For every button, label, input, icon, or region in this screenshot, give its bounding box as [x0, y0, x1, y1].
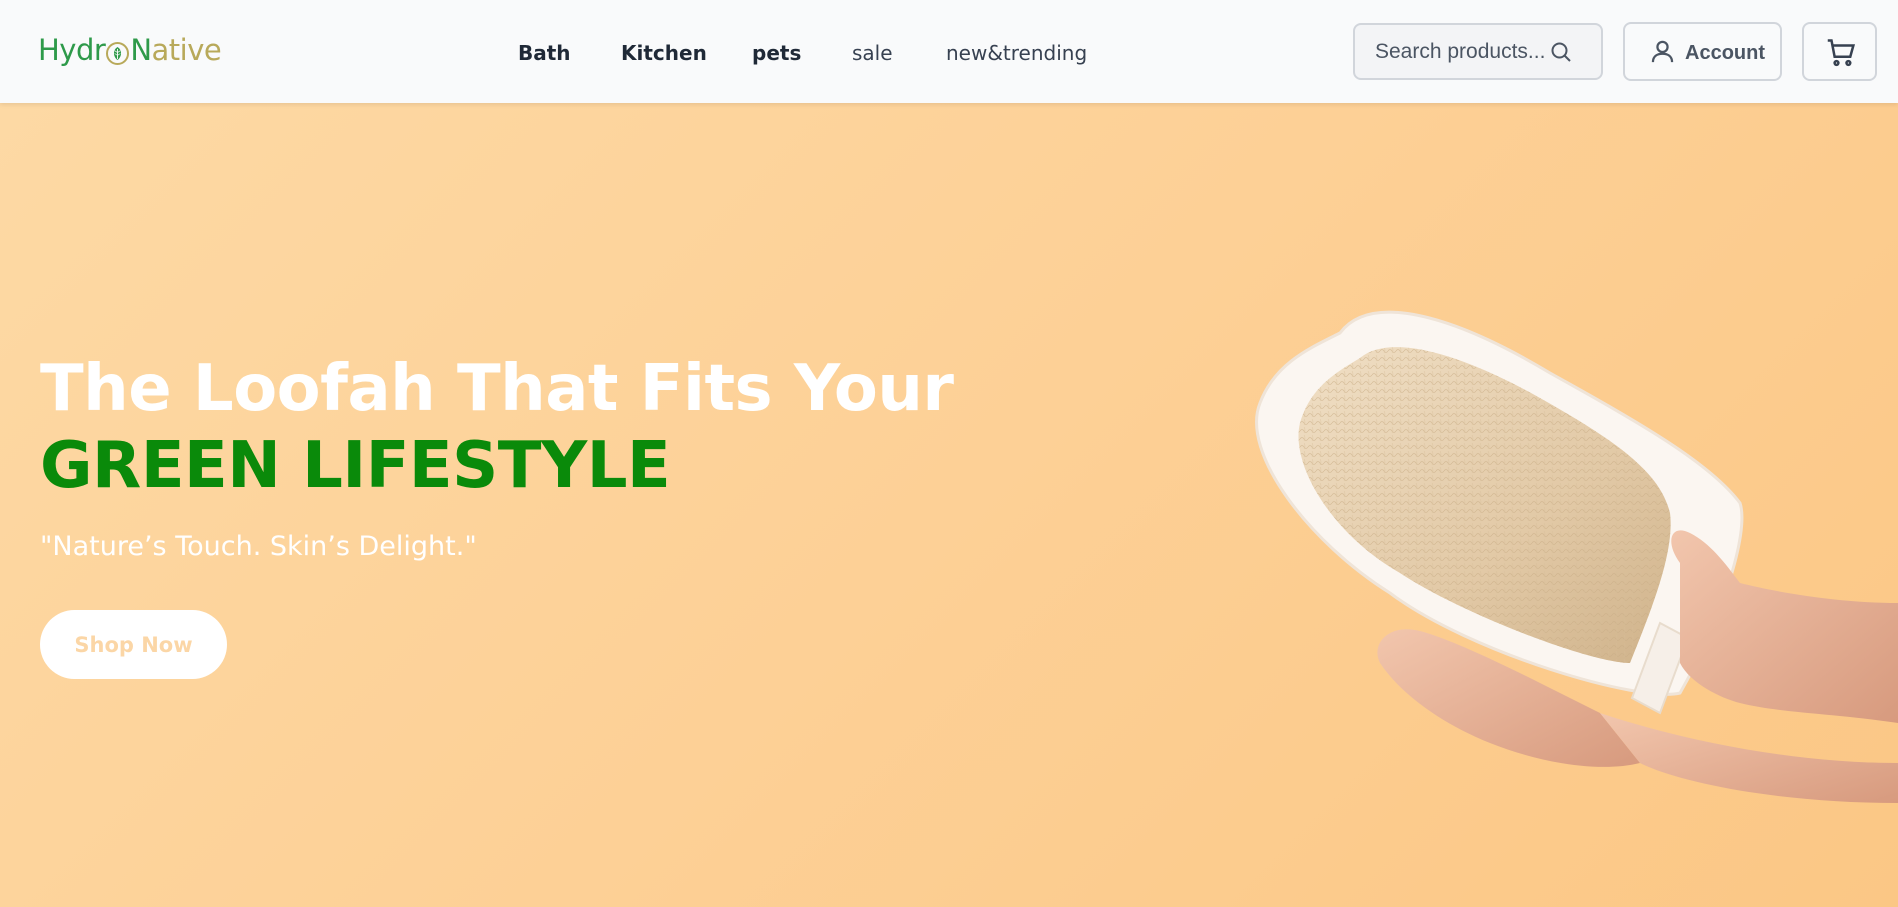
search-box: [1353, 23, 1603, 80]
cart-icon: [1826, 38, 1857, 71]
nav-item-new-trending[interactable]: new&trending: [946, 41, 1087, 65]
user-icon: [1649, 38, 1676, 72]
nav-item-kitchen[interactable]: Kitchen: [621, 41, 707, 65]
loofah-product-image: [1255, 310, 1898, 803]
nav-item-pets[interactable]: pets: [752, 41, 801, 65]
hero-title-line1: The Loofah That Fits Your: [40, 352, 954, 426]
account-label: Account: [1685, 42, 1765, 64]
logo-text-end: ative: [151, 33, 222, 67]
hero-banner: The Loofah That Fits Your GREEN LIFESTYL…: [0, 103, 1898, 907]
search-input[interactable]: [1375, 39, 1567, 64]
shop-now-button[interactable]: Shop Now: [40, 610, 227, 679]
site-header: Hydr N ative Bath Kitchen pets sale new&…: [0, 0, 1898, 103]
hero-title: The Loofah That Fits Your GREEN LIFESTYL…: [40, 351, 954, 505]
logo-text-start: Hydr: [38, 33, 106, 67]
cart-button[interactable]: [1802, 22, 1877, 81]
search-icon[interactable]: [1549, 40, 1573, 68]
leaf-icon: [106, 41, 130, 65]
hero-title-line2: GREEN LIFESTYLE: [40, 429, 671, 503]
brand-logo[interactable]: Hydr N ative: [38, 30, 222, 70]
nav-item-sale[interactable]: sale: [852, 41, 893, 65]
account-button[interactable]: Account: [1623, 22, 1782, 81]
hero-tagline: "Nature’s Touch. Skin’s Delight.": [40, 531, 477, 562]
nav-item-bath[interactable]: Bath: [518, 41, 571, 65]
logo-text-n: N: [130, 33, 152, 67]
